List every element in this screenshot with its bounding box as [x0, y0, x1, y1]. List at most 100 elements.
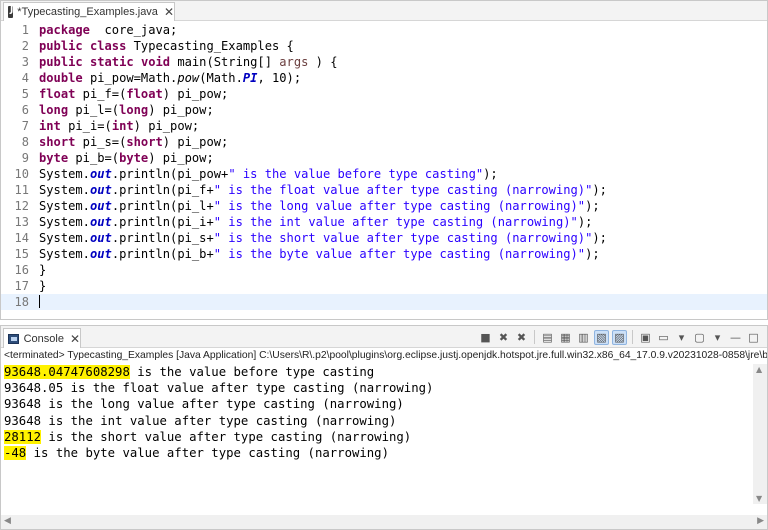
code-token: byte — [119, 151, 149, 165]
console-output[interactable]: 93648.04747608298 is the value before ty… — [4, 364, 744, 461]
code-token: long — [39, 103, 69, 117]
code-token: out — [89, 231, 112, 245]
output-text: is the byte value after type casting (na… — [26, 445, 389, 460]
line-number: 14 — [14, 231, 29, 245]
code-line[interactable]: 14 System.out.println(pi_s+" is the short… — [1, 230, 767, 246]
code-token: } — [39, 279, 47, 293]
code-token: ); — [577, 215, 593, 229]
code-line[interactable]: 15 System.out.println(pi_b+" is the byte … — [1, 246, 767, 262]
code-token: , 10); — [257, 71, 302, 85]
line-number: 4 — [21, 71, 29, 85]
code-token: short — [126, 135, 163, 149]
editor-tabbar: *Typecasting_Examples.java ✕ — [1, 1, 767, 21]
code-line[interactable]: 8 short pi_s=(short) pi_pow; — [1, 134, 767, 150]
show-on-output-icon[interactable]: ▧ — [594, 329, 609, 345]
maximize-icon[interactable]: □ — [746, 330, 761, 345]
scroll-right-icon[interactable]: ▶ — [757, 516, 764, 526]
terminate-icon[interactable]: ■ — [478, 330, 493, 345]
code-line[interactable]: 18 — [1, 294, 767, 310]
show-on-error-icon[interactable]: ▨ — [612, 329, 627, 345]
code-line[interactable]: 7 int pi_i=(int) pi_pow; — [1, 118, 767, 134]
code-token: " is the long value after type casting (… — [213, 199, 586, 213]
line-number: 17 — [14, 279, 29, 293]
output-text: is the float value after type casting (n… — [63, 381, 434, 396]
line-number: 9 — [21, 151, 29, 165]
code-line[interactable]: 1 package core_java; — [1, 22, 767, 38]
code-token: } — [39, 263, 47, 277]
pin-console-icon[interactable]: ▣ — [638, 330, 653, 345]
code-text: System.out.println(pi_i+" is the int val… — [39, 214, 592, 230]
close-icon[interactable]: ✕ — [70, 332, 80, 346]
code-editor[interactable]: 1 package core_java; 2 public class Typecas… — [1, 22, 767, 320]
line-number: 10 — [14, 167, 29, 181]
open-console-icon[interactable]: ▢ — [692, 330, 707, 345]
code-text — [39, 294, 40, 310]
console-tab[interactable]: Console ✕ — [3, 328, 81, 348]
code-token: pi_s=( — [75, 135, 127, 149]
line-number: 2 — [21, 39, 29, 53]
code-line[interactable]: 4 double pi_pow=Math.pow(Math.PI, 10); — [1, 70, 767, 86]
code-token: byte — [39, 151, 69, 165]
code-line[interactable]: 13 System.out.println(pi_i+" is the int v… — [1, 214, 767, 230]
code-line[interactable]: 10 System.out.println(pi_pow+" is the val… — [1, 166, 767, 182]
text-cursor — [39, 295, 40, 308]
output-value: 93648 — [4, 397, 42, 412]
chevron-down-icon[interactable]: ▾ — [710, 330, 725, 345]
code-token: System. — [39, 247, 90, 261]
close-icon[interactable]: ✕ — [164, 5, 174, 19]
toolbar-divider — [632, 330, 633, 344]
output-value: -48 — [4, 445, 27, 460]
editor-tab-title: *Typecasting_Examples.java — [17, 6, 158, 18]
code-text: package core_java; — [39, 22, 177, 38]
code-token: long — [119, 103, 149, 117]
code-token: " is the byte value after type casting (… — [213, 247, 586, 261]
scroll-lock-icon[interactable]: ▦ — [558, 330, 573, 345]
remove-all-terminated-icon[interactable]: ✖ — [514, 330, 529, 345]
code-token: ) pi_pow; — [148, 151, 214, 165]
code-line[interactable]: 17} — [1, 278, 767, 294]
code-text: float pi_f=(float) pi_pow; — [39, 86, 228, 102]
console-status-line: <terminated> Typecasting_Examples [Java … — [4, 350, 767, 361]
code-line[interactable]: 9 byte pi_b=(byte) pi_pow; — [1, 150, 767, 166]
scroll-down-icon[interactable]: ▼ — [756, 494, 762, 503]
word-wrap-icon[interactable]: ▥ — [576, 330, 591, 345]
vertical-scrollbar[interactable]: ▲ ▼ — [753, 364, 767, 504]
code-token: out — [89, 215, 112, 229]
output-text: is the value before type casting — [129, 365, 375, 379]
code-line[interactable]: 6 long pi_l=(long) pi_pow; — [1, 102, 767, 118]
code-lines: 1 package core_java; 2 public class Typecas… — [1, 22, 767, 310]
code-line[interactable]: 16} — [1, 262, 767, 278]
code-token: package — [39, 23, 90, 37]
scroll-left-icon[interactable]: ◀ — [4, 516, 11, 526]
chevron-down-icon[interactable]: ▾ — [674, 330, 689, 345]
code-text: System.out.println(pi_l+" is the long va… — [39, 198, 600, 214]
code-line[interactable]: 3 public static void main(String[] args )… — [1, 54, 767, 70]
horizontal-scrollbar[interactable]: ◀ ▶ — [1, 515, 767, 529]
console-pane: Console ✕ ■ ✖ ✖ ▤ ▦ ▥ ▧ ▨ ▣ ▭ ▾ ▢ ▾ — □ … — [0, 325, 768, 530]
clear-console-icon[interactable]: ▤ — [540, 330, 555, 345]
code-text: double pi_pow=Math.pow(Math.PI, 10); — [39, 70, 301, 86]
code-line[interactable]: 5 float pi_f=(float) pi_pow; — [1, 86, 767, 102]
minimize-icon[interactable]: — — [728, 330, 743, 345]
code-line[interactable]: 2 public class Typecasting_Examples { — [1, 38, 767, 54]
code-line[interactable]: 12 System.out.println(pi_l+" is the long … — [1, 198, 767, 214]
code-token: ) pi_pow; — [162, 135, 229, 149]
line-number: 3 — [21, 55, 29, 69]
console-tab-title: Console — [23, 332, 64, 345]
code-token: args — [279, 55, 309, 69]
toolbar-divider — [534, 330, 535, 344]
code-token: " is the int value after type casting (n… — [213, 215, 578, 229]
console-output-line: 28112 is the short value after type cast… — [4, 429, 744, 445]
scroll-up-icon[interactable]: ▲ — [756, 365, 762, 374]
code-token: out — [89, 183, 112, 197]
remove-launch-icon[interactable]: ✖ — [496, 330, 511, 345]
code-line[interactable]: 11 System.out.println(pi_f+" is the float… — [1, 182, 767, 198]
code-token: int — [111, 119, 134, 133]
display-selected-console-icon[interactable]: ▭ — [656, 330, 671, 345]
code-token: pi_pow=Math. — [82, 71, 178, 85]
console-icon — [8, 333, 19, 344]
editor-tab[interactable]: *Typecasting_Examples.java ✕ — [3, 2, 175, 21]
code-token: out — [89, 199, 112, 213]
code-token: static — [89, 55, 134, 69]
